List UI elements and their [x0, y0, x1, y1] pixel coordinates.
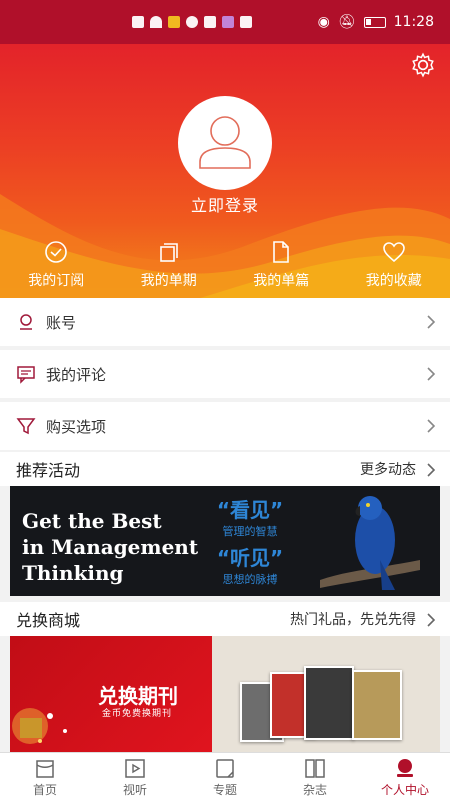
magazine-icon: [305, 759, 325, 778]
banner-headline: “看见”: [216, 498, 284, 522]
quick-link-label: 我的订阅: [28, 273, 85, 289]
magazine-display: [212, 636, 440, 752]
exchange-section-header: 兑换商城 热门礼品，先兑先得: [0, 602, 450, 636]
tab-magazine[interactable]: 杂志: [270, 753, 360, 800]
exchange-banner-title: 兑换期刊: [98, 684, 178, 708]
tab-label: 首页: [32, 783, 57, 797]
mute-icon: 🔕︎: [337, 14, 356, 30]
quick-link-label: 我的单篇: [253, 273, 310, 289]
video-icon: [125, 759, 145, 778]
quick-link-favorites[interactable]: 我的收藏: [338, 240, 450, 290]
check-circle-icon: [45, 241, 68, 263]
chevron-right-icon: [427, 419, 436, 433]
gift-sparkle-illustration: [12, 708, 67, 744]
section-title: 推荐活动: [16, 461, 81, 480]
notification-icons: [132, 16, 252, 28]
quick-link-label: 我的收藏: [365, 273, 422, 289]
menu-item-account[interactable]: 账号: [0, 298, 450, 346]
topic-icon: [216, 759, 234, 778]
recommend-section-header: 推荐活动 更多动态: [0, 452, 450, 486]
shield-icon: [168, 16, 180, 28]
heart-icon: [382, 242, 405, 263]
filter-icon: [16, 418, 36, 435]
quick-link-issues[interactable]: 我的单期: [113, 240, 226, 290]
exchange-banner-subtitle: 金币免费换期刊: [102, 709, 173, 719]
tab-home[interactable]: 首页: [0, 753, 90, 800]
quick-link-articles[interactable]: 我的单篇: [225, 240, 338, 290]
alert-icon: [132, 16, 144, 28]
banner-chinese-text: “看见” 管理的智慧 “听见” 思想的脉搏: [200, 494, 300, 590]
section-title: 兑换商城: [16, 611, 81, 630]
hot-gifts-link[interactable]: 热门礼品，先兑先得: [290, 609, 416, 629]
parrot-illustration: [320, 496, 420, 590]
status-bar: ◉ 🔕︎ 11:28: [0, 0, 450, 44]
chevron-right-icon: [427, 367, 436, 381]
comment-icon: [17, 366, 35, 384]
chevron-right-icon[interactable]: [426, 462, 436, 478]
exchange-banner[interactable]: 兑换期刊 金币免费换期刊: [10, 636, 440, 752]
bottom-navigation: 首页 视听 专题 杂志 个人中心: [0, 752, 450, 800]
quick-link-subscriptions[interactable]: 我的订阅: [0, 240, 113, 290]
tab-label: 杂志: [302, 783, 327, 797]
banner-subline: 思想的脉搏: [222, 573, 278, 586]
profile-header: 立即登录 我的订阅 我的单期 我的单篇 我的收藏: [0, 44, 450, 298]
home-icon: [36, 760, 54, 778]
tab-label: 视听: [122, 783, 147, 797]
recommend-banner[interactable]: Get the Best in Management Thinking “看见”…: [10, 486, 440, 596]
avatar[interactable]: [178, 96, 272, 190]
tab-topics[interactable]: 专题: [180, 753, 270, 800]
magazine-cover: [352, 670, 402, 740]
app-icon: [222, 16, 234, 28]
menu-item-label: 购买选项: [46, 417, 107, 436]
chevron-right-icon: [427, 315, 436, 329]
upload-icon: [240, 16, 252, 28]
tab-label: 专题: [212, 783, 237, 797]
copy-icon: [159, 243, 178, 262]
battery-icon: [363, 16, 386, 28]
menu-item-comments[interactable]: 我的评论: [0, 350, 450, 398]
quick-link-label: 我的单期: [140, 273, 197, 289]
chevron-right-icon[interactable]: [426, 612, 436, 628]
tab-video[interactable]: 视听: [90, 753, 180, 800]
menu-list: 账号 我的评论 购买选项: [0, 298, 450, 454]
eye-icon: ◉: [317, 14, 330, 30]
banner-line: Thinking: [22, 561, 124, 585]
quick-links: 我的订阅 我的单期 我的单篇 我的收藏: [0, 240, 450, 290]
default-user-icon: [199, 116, 251, 169]
settings-gear-icon[interactable]: [410, 52, 436, 78]
menu-item-label: 账号: [46, 313, 77, 332]
user-icon: [397, 759, 413, 777]
document-icon: [273, 241, 290, 263]
banner-english-text: Get the Best in Management Thinking: [22, 508, 198, 586]
banner-subline: 管理的智慧: [222, 525, 278, 538]
tab-label: 个人中心: [380, 783, 429, 797]
wifi-icon: [150, 16, 162, 28]
tab-profile[interactable]: 个人中心: [360, 753, 450, 800]
banner-line: in Management: [22, 535, 199, 559]
cloud-icon: [186, 16, 198, 28]
clock: 11:28: [393, 14, 434, 30]
menu-item-label: 我的评论: [46, 365, 107, 384]
menu-item-purchase-options[interactable]: 购买选项: [0, 402, 450, 450]
banner-headline: “听见”: [216, 546, 284, 570]
account-icon: [20, 314, 32, 330]
more-activities-link[interactable]: 更多动态: [360, 459, 416, 479]
login-link[interactable]: 立即登录: [0, 192, 450, 216]
magazine-cover: [304, 666, 354, 740]
banner-line: Get the Best: [22, 509, 162, 533]
mail-icon: [204, 16, 216, 28]
